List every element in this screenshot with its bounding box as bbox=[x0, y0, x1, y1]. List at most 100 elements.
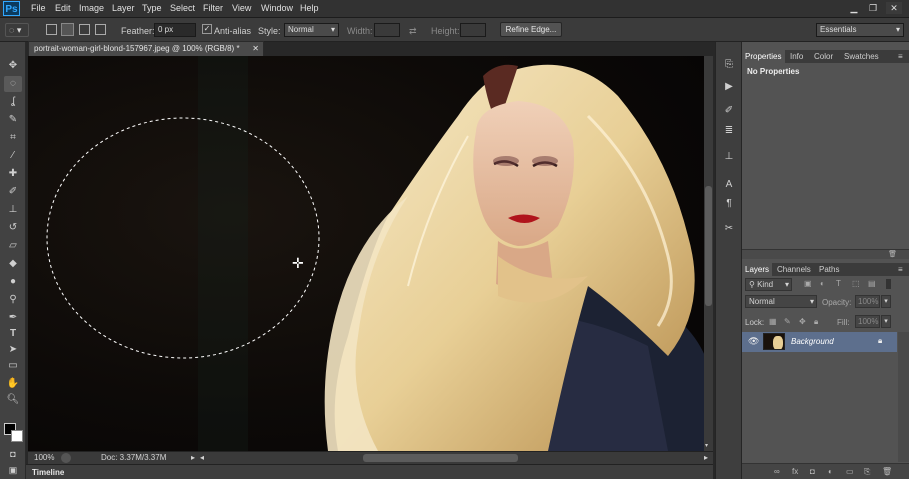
menu-select[interactable]: Select bbox=[170, 3, 195, 13]
status-menu-arrow-icon[interactable]: ▸ bbox=[191, 453, 195, 462]
filter-toggle[interactable] bbox=[886, 279, 891, 289]
history-icon[interactable]: ⎘ bbox=[721, 58, 737, 72]
filter-pixel-icon[interactable]: ▣ bbox=[804, 279, 812, 288]
antialias-checkbox[interactable]: ✓ bbox=[202, 24, 212, 34]
crop-tool-icon[interactable]: ⌗ bbox=[4, 130, 22, 146]
brush-panel-icon[interactable]: ✐ bbox=[721, 104, 737, 118]
filter-smart-object-icon[interactable]: ▤ bbox=[868, 279, 876, 288]
eraser-tool-icon[interactable]: ▱ bbox=[4, 238, 22, 254]
zoom-level[interactable]: 100% bbox=[34, 453, 54, 462]
style-select[interactable]: Normal ▾ bbox=[284, 23, 339, 37]
horizontal-scroll-thumb[interactable] bbox=[363, 454, 518, 462]
tab-swatches[interactable]: Swatches bbox=[844, 50, 879, 63]
tab-properties[interactable]: Properties bbox=[742, 50, 785, 63]
new-layer-icon[interactable]: ⎘ bbox=[864, 467, 870, 477]
elliptical-marquee-tool-icon[interactable]: ◌ bbox=[4, 76, 22, 92]
lock-image-icon[interactable]: ✎ bbox=[784, 317, 791, 326]
history-brush-tool-icon[interactable]: ↺ bbox=[4, 220, 22, 236]
tab-color[interactable]: Color bbox=[814, 50, 833, 63]
restore-icon[interactable]: ❐ bbox=[865, 2, 881, 14]
minimize-icon[interactable]: ▁ bbox=[846, 2, 862, 14]
move-tool-icon[interactable]: ✥ bbox=[4, 58, 22, 74]
scroll-down-icon[interactable]: ▾ bbox=[705, 442, 712, 449]
brush-tool-icon[interactable]: ✐ bbox=[4, 184, 22, 200]
type-tool-icon[interactable]: T bbox=[4, 326, 22, 342]
background-color-swatch[interactable] bbox=[11, 430, 23, 442]
swap-icon[interactable]: ⇄ bbox=[409, 26, 417, 37]
layer-filter-select[interactable]: ⚲ Kind ▾ bbox=[745, 278, 792, 291]
tab-layers[interactable]: Layers bbox=[742, 263, 772, 276]
refine-edge-button[interactable]: Refine Edge... bbox=[500, 22, 562, 37]
visibility-eye-icon[interactable]: 👁︎ bbox=[748, 336, 759, 347]
menu-filter[interactable]: Filter bbox=[203, 3, 223, 13]
menu-view[interactable]: View bbox=[232, 3, 251, 13]
healing-brush-tool-icon[interactable]: ✚ bbox=[4, 166, 22, 182]
menu-help[interactable]: Help bbox=[300, 3, 319, 13]
opacity-dropdown-icon[interactable]: ▾ bbox=[881, 295, 891, 308]
actions-icon[interactable]: ▶ bbox=[721, 80, 737, 94]
filter-type-icon[interactable]: T bbox=[836, 279, 841, 288]
new-group-icon[interactable]: ▭ bbox=[846, 467, 854, 476]
feather-input[interactable]: 0 px bbox=[154, 23, 196, 37]
subtract-selection-icon[interactable] bbox=[79, 24, 90, 35]
tab-paths[interactable]: Paths bbox=[819, 263, 839, 276]
lock-position-icon[interactable]: ✥ bbox=[799, 317, 806, 326]
quick-mask-icon[interactable]: ◘ bbox=[4, 446, 22, 462]
filter-shape-icon[interactable]: ⬚ bbox=[852, 279, 860, 288]
zoom-menu-icon[interactable] bbox=[61, 453, 71, 463]
layers-scrollbar[interactable] bbox=[898, 332, 909, 462]
menu-type[interactable]: Type bbox=[142, 3, 162, 13]
height-input[interactable] bbox=[460, 23, 486, 37]
quick-selection-tool-icon[interactable]: ✎ bbox=[4, 112, 22, 128]
screen-mode-icon[interactable]: ▣ bbox=[4, 462, 22, 478]
lock-all-icon[interactable]: 🔒︎ bbox=[814, 317, 818, 327]
layer-row[interactable]: 👁︎ Background 🔒︎ bbox=[742, 332, 897, 352]
menu-edit[interactable]: Edit bbox=[55, 3, 71, 13]
hand-tool-icon[interactable]: ✋ bbox=[4, 376, 22, 392]
delete-layer-icon[interactable]: 🗑︎ bbox=[882, 467, 892, 476]
layers-menu-icon[interactable]: ≡ bbox=[898, 263, 903, 276]
tool-presets-icon[interactable]: ✂ bbox=[721, 222, 737, 236]
layer-style-icon[interactable]: fx bbox=[792, 467, 798, 476]
paragraph-icon[interactable]: ¶ bbox=[721, 197, 737, 211]
adjustment-layer-icon[interactable]: ◐ bbox=[828, 467, 833, 476]
delete-icon[interactable]: 🗑︎ bbox=[888, 250, 897, 258]
workspace-select[interactable]: Essentials ▾ bbox=[816, 23, 904, 37]
panel-menu-icon[interactable]: ≡ bbox=[898, 50, 903, 63]
filter-adjustment-icon[interactable]: ◐ bbox=[820, 279, 825, 288]
scroll-right-icon[interactable]: ▸ bbox=[704, 453, 708, 462]
clone-source-icon[interactable]: ⊥ bbox=[721, 150, 737, 164]
fill-input[interactable]: 100% bbox=[855, 315, 880, 328]
eyedropper-tool-icon[interactable]: ⁄ bbox=[4, 148, 22, 164]
new-selection-icon[interactable] bbox=[46, 24, 57, 35]
lasso-tool-icon[interactable]: ʆ bbox=[4, 94, 22, 110]
tab-info[interactable]: Info bbox=[790, 50, 803, 63]
layer-mask-icon[interactable]: ◘ bbox=[810, 467, 815, 476]
paint-bucket-tool-icon[interactable]: ◆ bbox=[4, 256, 22, 272]
rectangle-tool-icon[interactable]: ▭ bbox=[4, 358, 22, 374]
dodge-tool-icon[interactable]: ⚲ bbox=[4, 292, 22, 308]
vertical-scroll-thumb[interactable] bbox=[705, 186, 712, 306]
blur-tool-icon[interactable]: ● bbox=[4, 274, 22, 290]
character-icon[interactable]: A bbox=[721, 178, 737, 192]
close-icon[interactable]: ✕ bbox=[886, 2, 902, 14]
menu-file[interactable]: File bbox=[31, 3, 46, 13]
vertical-scrollbar[interactable]: ▾ bbox=[704, 56, 713, 452]
layer-name[interactable]: Background bbox=[791, 337, 834, 346]
menu-window[interactable]: Window bbox=[261, 3, 293, 13]
document-tab[interactable]: portrait-woman-girl-blond-157967.jpeg @ … bbox=[28, 41, 264, 56]
opacity-input[interactable]: 100% bbox=[855, 295, 880, 308]
intersect-selection-icon[interactable] bbox=[95, 24, 106, 35]
scroll-left-icon[interactable]: ◂ bbox=[200, 453, 204, 462]
document-canvas[interactable]: ✛ bbox=[28, 56, 705, 451]
width-input[interactable] bbox=[374, 23, 400, 37]
brush-presets-icon[interactable]: ≣ bbox=[721, 124, 737, 138]
link-layers-icon[interactable]: ∞ bbox=[774, 467, 780, 476]
menu-layer[interactable]: Layer bbox=[112, 3, 135, 13]
path-selection-tool-icon[interactable]: ➤ bbox=[4, 342, 22, 358]
lock-transparent-icon[interactable]: ▦ bbox=[769, 317, 777, 326]
menu-image[interactable]: Image bbox=[79, 3, 104, 13]
clone-stamp-tool-icon[interactable]: ⊥ bbox=[4, 202, 22, 218]
blend-mode-select[interactable]: Normal ▾ bbox=[745, 295, 817, 308]
fill-dropdown-icon[interactable]: ▾ bbox=[881, 315, 891, 328]
